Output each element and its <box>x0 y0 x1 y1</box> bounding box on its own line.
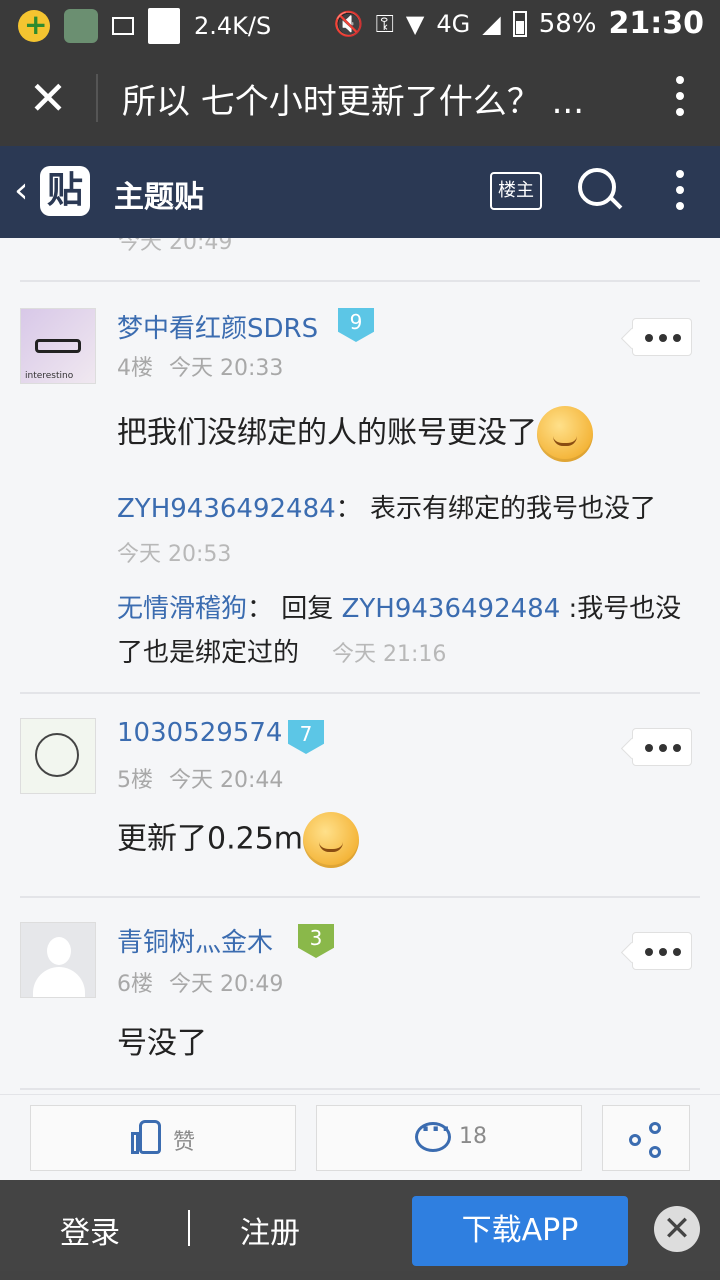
partial-timestamp: 今天 20:49 <box>118 238 233 255</box>
post-content: 号没了 <box>117 1026 207 1061</box>
download-app-button[interactable]: 下载APP <box>412 1196 628 1266</box>
post-time: 今天 20:33 <box>169 356 284 381</box>
post-content: 更新了0.25m <box>117 812 360 868</box>
floor-number: 6楼 <box>117 972 153 997</box>
reply-username[interactable]: 无情滑稽狗 <box>117 594 247 624</box>
header-more-icon[interactable] <box>674 170 686 220</box>
clock: 21:30 <box>608 6 705 41</box>
level-badge: 7 <box>288 720 324 754</box>
close-icon[interactable]: ✕ <box>22 72 74 124</box>
more-vertical-icon[interactable] <box>670 76 690 120</box>
avatar[interactable]: interestino <box>20 308 96 384</box>
username[interactable]: 1030529574 <box>117 718 282 748</box>
close-banner-icon[interactable]: ✕ <box>654 1206 700 1252</box>
status-bar: 2.4K/S 🔇 ⚿ ▼ 4G ◢ 58% 21:30 <box>0 0 720 50</box>
reply-2-line2: 了也是绑定过的 <box>117 638 300 668</box>
app-notification-icon <box>18 8 50 42</box>
smirk-emoji-icon <box>537 406 593 462</box>
image-icon <box>112 17 134 35</box>
reply-2: 无情滑稽狗： 回复 ZYH9436492484 :我号也没 <box>117 594 682 624</box>
reply-1: ZYH9436492484： 表示有绑定的我号也没了 <box>117 494 656 524</box>
avatar[interactable] <box>20 922 96 998</box>
register-link[interactable]: 注册 <box>240 1208 300 1252</box>
reply-username[interactable]: ZYH9436492484 <box>117 494 336 524</box>
post-more-button[interactable] <box>632 318 692 356</box>
reply-time: 今天 21:16 <box>332 642 447 667</box>
divider <box>20 692 700 694</box>
username[interactable]: 青铜树灬金木 <box>117 922 273 959</box>
floor-number: 5楼 <box>117 768 153 793</box>
level-badge: 9 <box>338 308 374 342</box>
share-button[interactable] <box>602 1105 690 1171</box>
like-button[interactable]: 赞 <box>30 1105 296 1171</box>
smile-emoji-icon <box>303 812 360 868</box>
header-title: 主题贴 <box>114 180 204 215</box>
app-header: ‹ 贴 主题贴 楼主 <box>0 146 720 238</box>
key-icon: ⚿ <box>375 9 394 38</box>
post-feed[interactable]: 今天 20:49 interestino 梦中看红颜SDRS 9 4楼 今天 20… <box>0 238 720 1094</box>
back-icon[interactable]: ‹ <box>14 170 28 211</box>
battery-icon <box>512 10 527 37</box>
post-content: 把我们没绑定的人的账号更没了 <box>117 406 593 462</box>
comment-icon <box>415 1115 451 1152</box>
network-speed: 2.4K/S <box>194 12 272 40</box>
game-notification-icon <box>64 9 98 43</box>
post-meta: 6楼 今天 20:49 <box>117 966 283 998</box>
wifi-icon: ▼ <box>405 9 425 38</box>
comment-button[interactable]: 18 <box>316 1105 582 1171</box>
owner-only-button[interactable]: 楼主 <box>490 172 542 210</box>
title-separator <box>96 74 98 122</box>
divider <box>20 1088 700 1090</box>
tieba-logo[interactable]: 贴 <box>40 166 90 216</box>
login-link[interactable]: 登录 <box>60 1208 120 1252</box>
signal-icon: ◢ <box>482 9 501 38</box>
post-more-button[interactable] <box>632 932 692 970</box>
username[interactable]: 梦中看红颜SDRS <box>117 308 318 345</box>
avatar[interactable] <box>20 718 96 794</box>
network-type: 4G <box>436 9 471 38</box>
page-title: 所以 七个小时更新了什么？ ... <box>122 82 585 122</box>
post-more-button[interactable] <box>632 728 692 766</box>
search-icon[interactable] <box>578 168 623 212</box>
redacted-area <box>148 8 180 44</box>
reply-time: 今天 20:53 <box>117 542 232 567</box>
post-time: 今天 20:49 <box>169 972 284 997</box>
share-icon <box>629 1122 665 1158</box>
thumbs-up-icon <box>131 1120 165 1154</box>
post-meta: 5楼 今天 20:44 <box>117 762 283 794</box>
battery-percent: 58% <box>538 8 597 39</box>
post-meta: 4楼 今天 20:33 <box>117 350 283 382</box>
post-time: 今天 20:44 <box>169 768 284 793</box>
divider <box>20 896 700 898</box>
floor-number: 4楼 <box>117 356 153 381</box>
like-label: 赞 <box>173 1130 196 1155</box>
banner-separator <box>188 1210 190 1246</box>
action-bar: 赞 18 <box>0 1094 720 1180</box>
app-download-banner: 登录 注册 下载APP ✕ <box>0 1180 720 1280</box>
reply-target[interactable]: ZYH9436492484 <box>342 594 561 624</box>
mute-icon: 🔇 <box>333 9 364 38</box>
browser-title-bar: ✕ 所以 七个小时更新了什么？ ... <box>0 50 720 146</box>
level-badge: 3 <box>298 924 334 958</box>
comment-count: 18 <box>459 1124 487 1149</box>
divider <box>20 280 700 282</box>
